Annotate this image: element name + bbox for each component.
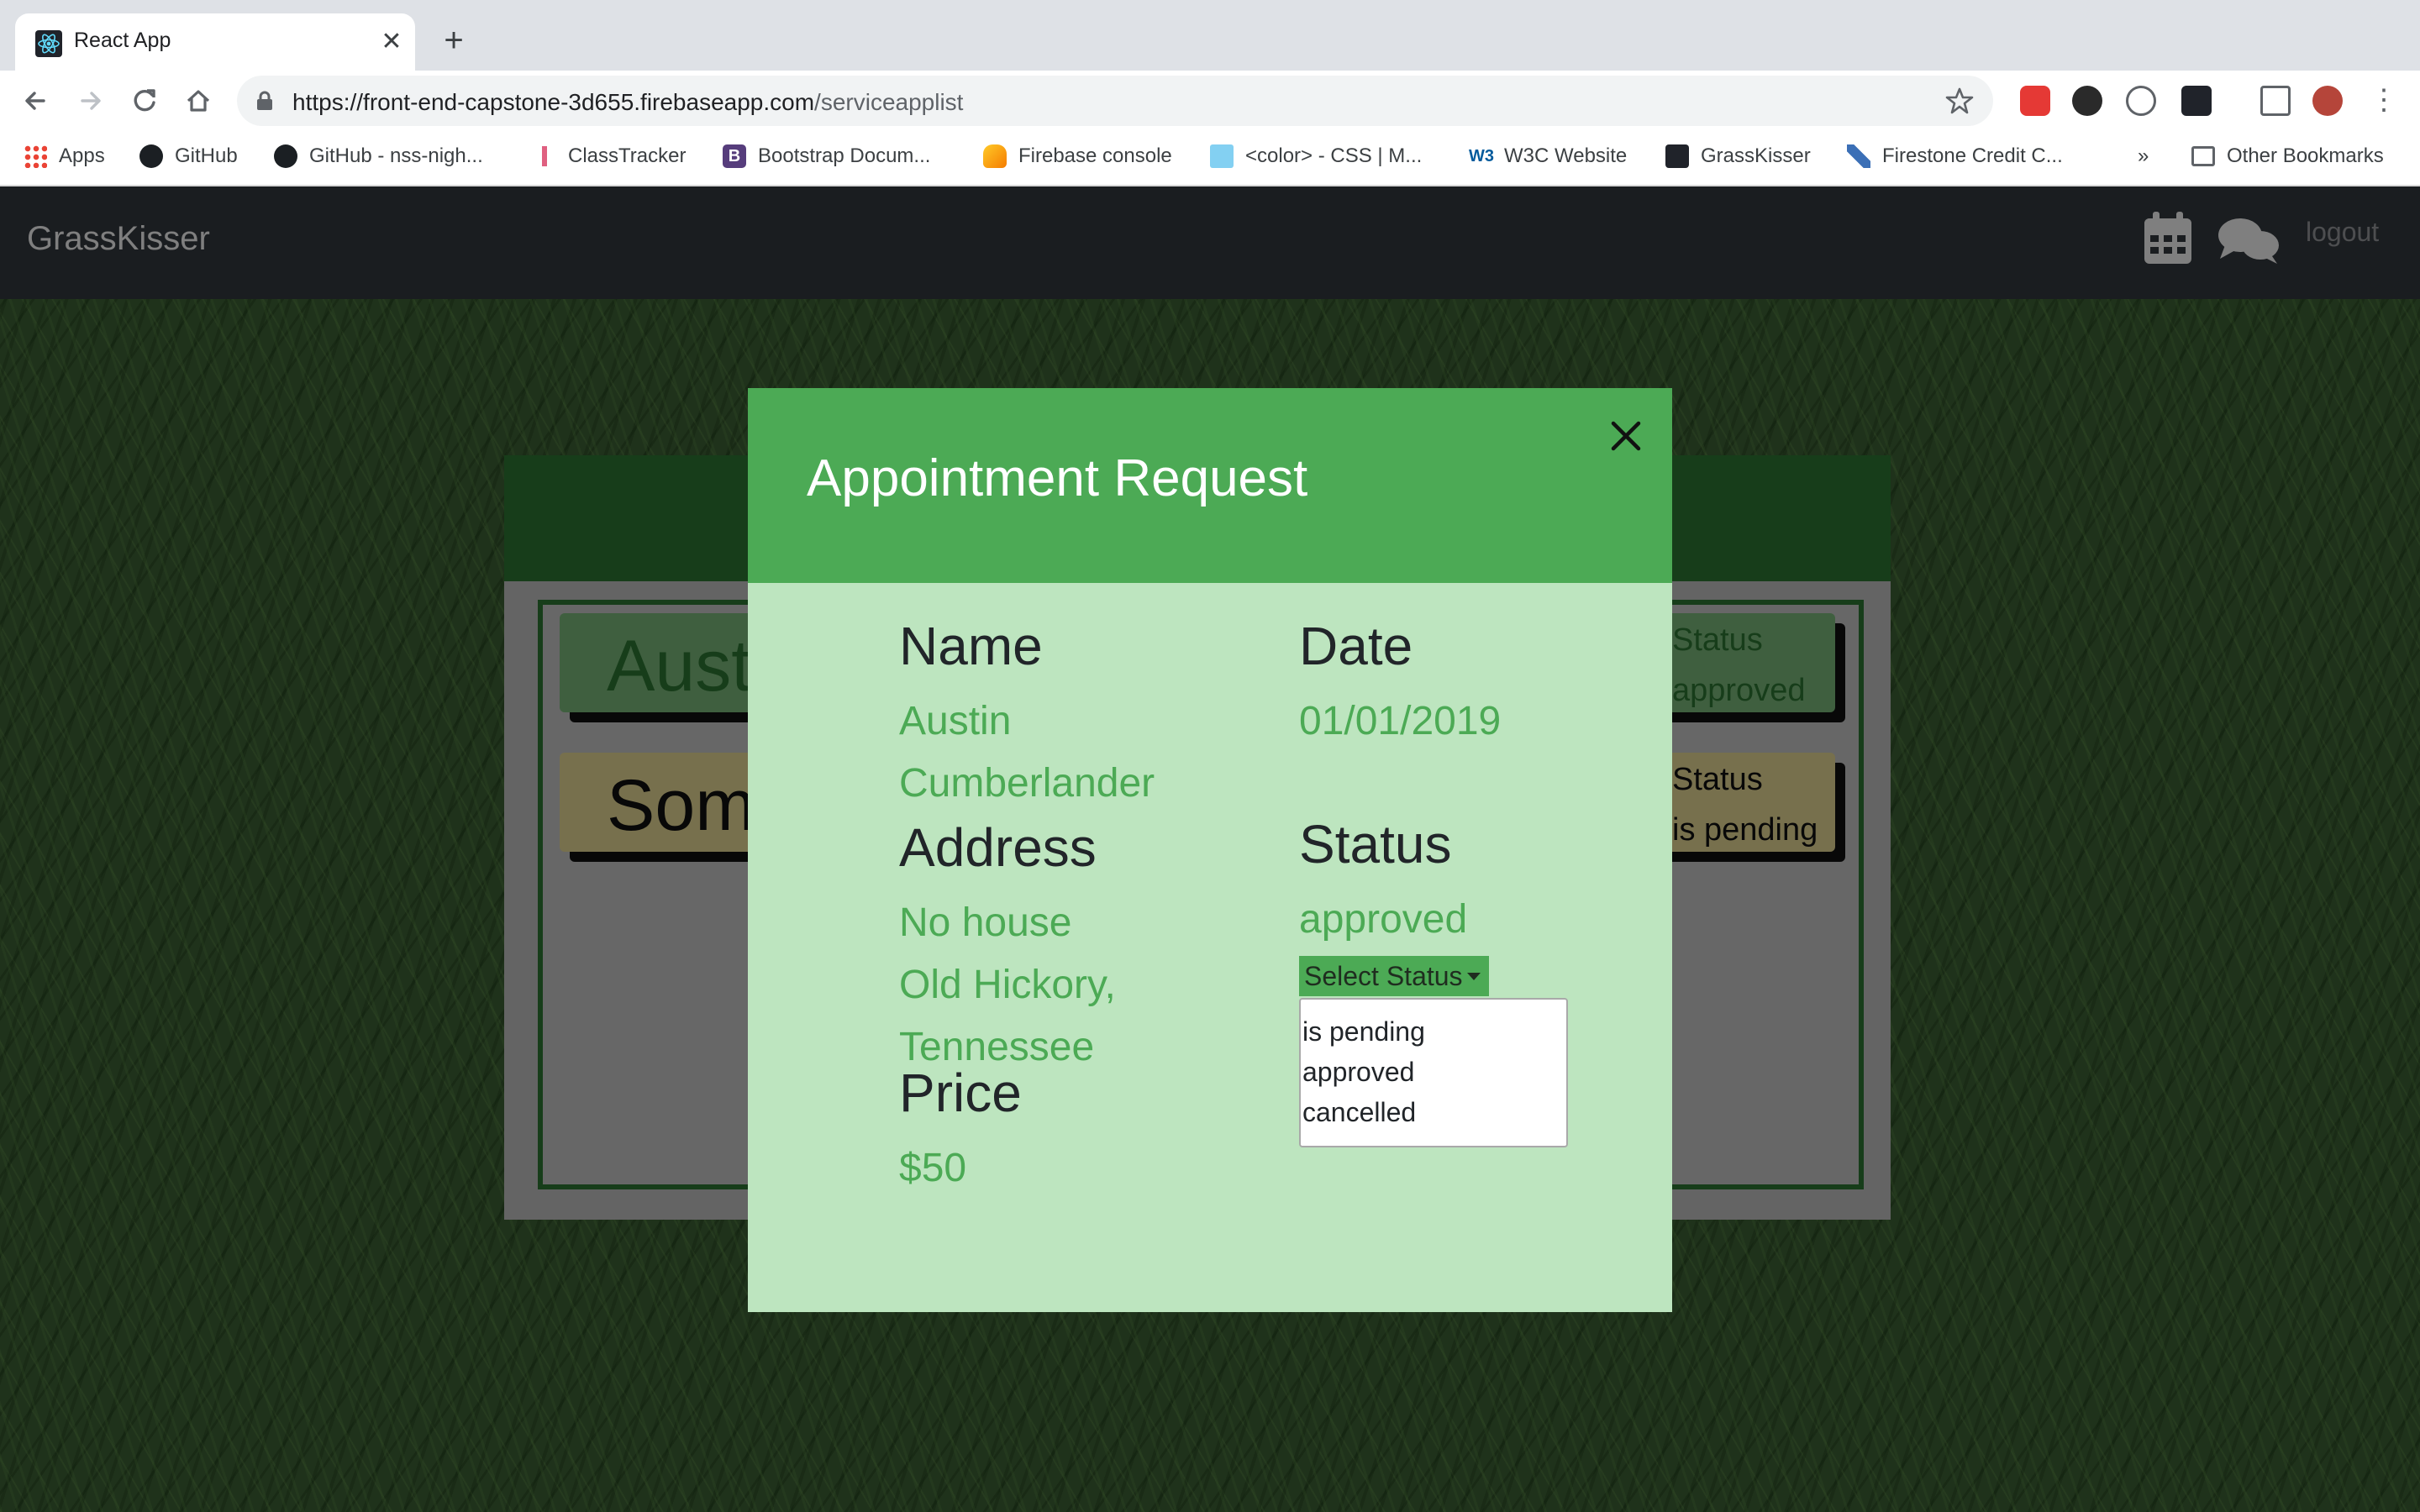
bookmark-bootstrap[interactable]: B Bootstrap Docum... [723,141,930,171]
mdn-icon [1210,144,1234,168]
date-label: Date [1299,616,1413,676]
bookmark-github[interactable]: GitHub [139,141,238,171]
modal-header: Appointment Request [748,388,1672,583]
bookmark-other[interactable]: Other Bookmarks [2191,141,2384,171]
name-label: Name [899,616,1043,676]
profile-avatar[interactable] [2312,86,2343,116]
bookmarks-bar: Apps GitHub GitHub - nss-nigh... ClassTr… [0,129,2420,186]
status-option-approved[interactable]: approved [1302,1057,1414,1088]
status-dropdown-menu: is pending approved cancelled [1299,998,1568,1147]
flamingo-icon [533,144,556,168]
bookmark-star-icon[interactable] [1944,86,1975,116]
camera-extension-icon[interactable] [2072,86,2102,116]
menu-kebab-icon[interactable]: ⋮ [2370,86,2398,116]
tab-title: React App [74,29,171,52]
bootstrap-icon: B [723,144,746,168]
lock-icon [257,91,272,110]
address-line-2: Old Hickory, [899,963,1116,1007]
firebase-icon [983,144,1007,168]
close-icon[interactable] [1607,417,1645,455]
apps-grid-icon [24,144,47,168]
name-first: Austin [899,699,1012,743]
browser-toolbar: https://front-end-capstone-3d655.firebas… [0,71,2420,129]
cast-icon[interactable] [2260,86,2291,116]
bookmark-w3c[interactable]: W3 W3C Website [1469,141,1627,171]
browser-window: React App ✕ + https://front-end-capstone… [0,0,2420,186]
appointment-modal: Appointment Request Name Austin Cumberla… [748,388,1672,1312]
browser-tab[interactable]: React App ✕ [15,13,415,71]
page-viewport: GrassKisser logout Appointments Austin C… [0,186,2420,1512]
bookmark-classtracker[interactable]: ClassTracker [533,141,686,171]
address-line-1: No house [899,900,1072,945]
bookmark-mdn-color[interactable]: <color> - CSS | M... [1210,141,1422,171]
address-label: Address [899,817,1097,878]
react-icon [35,30,62,57]
github-icon [274,144,297,168]
select-status-button[interactable]: Select Status [1299,956,1489,996]
react-devtools-icon[interactable] [2181,86,2212,116]
url-text: https://front-end-capstone-3d655.firebas… [292,89,964,115]
devtools-extension-icon[interactable] [2126,86,2156,116]
name-last: Cumberlander [899,761,1155,806]
tab-strip: React App ✕ + [0,0,2420,71]
address-bar[interactable]: https://front-end-capstone-3d655.firebas… [237,76,1993,126]
github-icon [139,144,163,168]
forward-icon[interactable] [72,82,109,119]
modal-title: Appointment Request [807,449,1308,507]
reload-icon[interactable] [126,82,163,119]
new-tab-icon[interactable]: + [437,24,471,57]
react-icon [1665,144,1689,168]
status-label: Status [1299,814,1452,874]
status-option-pending[interactable]: is pending [1302,1016,1425,1047]
bookmark-apps[interactable]: Apps [24,141,105,171]
tab-close-icon[interactable]: ✕ [376,27,407,57]
back-icon[interactable] [17,82,54,119]
date-value: 01/01/2019 [1299,699,1502,743]
folder-icon [2191,146,2215,166]
status-value: approved [1299,897,1468,942]
price-value: $50 [899,1146,967,1190]
bookmark-firestone[interactable]: Firestone Credit C... [1847,141,2063,171]
bookmark-github-nss[interactable]: GitHub - nss-nigh... [274,141,483,171]
home-icon[interactable] [180,82,217,119]
caret-down-icon [1467,973,1481,980]
status-option-cancelled[interactable]: cancelled [1302,1097,1416,1128]
price-label: Price [899,1063,1022,1123]
adblock-extension-icon[interactable] [2020,86,2050,116]
w3c-icon: W3 [1469,147,1494,165]
bookmarks-overflow-icon[interactable]: » [2138,141,2149,171]
firestone-icon [1847,144,1870,168]
bookmark-firebase[interactable]: Firebase console [983,141,1172,171]
bookmark-grasskisser[interactable]: GrassKisser [1665,141,1811,171]
